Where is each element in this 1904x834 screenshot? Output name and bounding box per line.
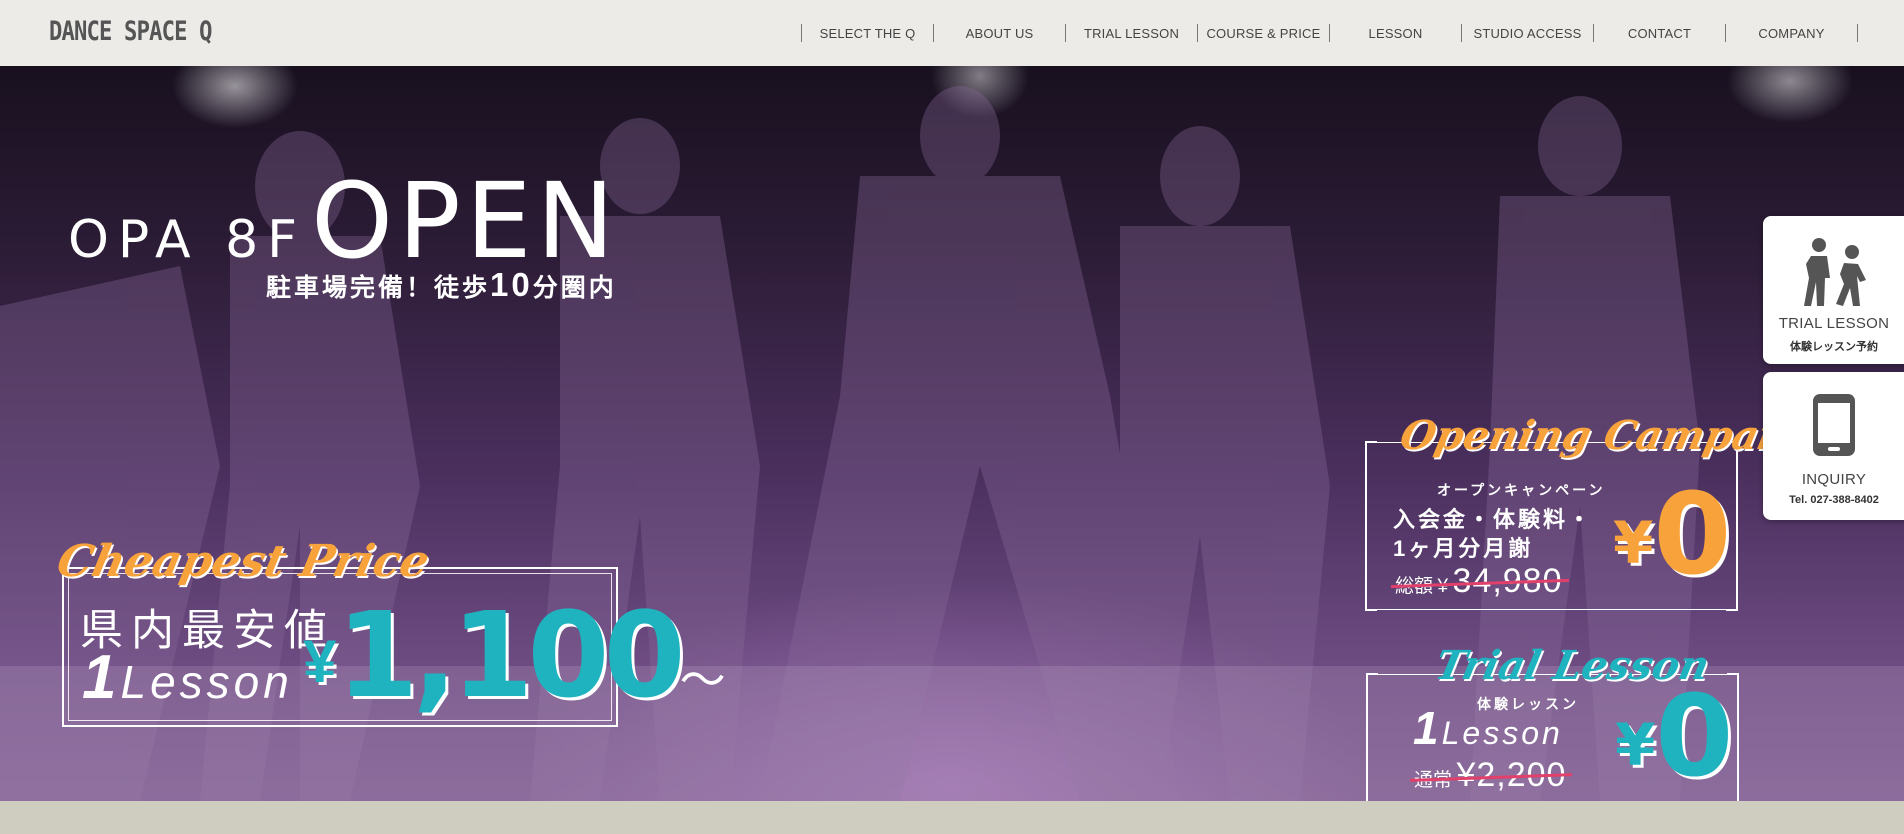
smartphone-icon xyxy=(1763,392,1904,458)
nav-about-us[interactable]: ABOUT US xyxy=(933,24,1065,42)
trial-lesson-count: 1 xyxy=(1413,702,1442,754)
main-nav: SELECT THE Q ABOUT US TRIAL LESSON COURS… xyxy=(801,24,1858,42)
total-old-price: 34,980 xyxy=(1452,562,1563,600)
campaign-line-2: 1ヶ月分月謝 xyxy=(1393,536,1534,561)
trial-lesson-subtitle: 体験レッスン予約 xyxy=(1790,341,1878,353)
inquiry-button[interactable]: INQUIRY Tel. 027-388-8402 xyxy=(1763,372,1904,520)
nav-select-the-q[interactable]: SELECT THE Q xyxy=(801,24,933,42)
parking-text-post: 分圏内 xyxy=(532,274,617,302)
campaign-zero: 0 xyxy=(1653,470,1732,600)
regular-price: ¥2,200 xyxy=(1456,756,1567,794)
trial-lesson-title: TRIAL LESSON xyxy=(1778,315,1890,332)
lesson-word: Lesson xyxy=(120,656,293,708)
trial-free-price: ¥0 xyxy=(1615,672,1733,801)
regular-label: 通常 xyxy=(1414,770,1453,791)
opening-headline: OPA 8F OPEN xyxy=(68,160,619,282)
parking-text-pre: 駐車場完備！徒歩 xyxy=(266,274,491,302)
cheapest-price-script: Cheapest Price xyxy=(52,536,434,587)
total-yen: ¥ xyxy=(1437,576,1449,597)
nav-course-price[interactable]: COURSE & PRICE xyxy=(1197,24,1329,42)
price-tilde: 〜 xyxy=(679,654,726,706)
campaign-line-1: 入会金・体験料・ xyxy=(1393,507,1594,532)
nav-company[interactable]: COMPANY xyxy=(1725,24,1858,42)
open-location: OPA 8F xyxy=(68,210,307,270)
campaign-old-total: 総額 ¥ 34,980 xyxy=(1395,562,1563,601)
site-logo[interactable]: DANCE SPACE Q xyxy=(49,16,212,47)
cheapest-price-amount: ¥1,100〜 xyxy=(303,586,726,724)
price-value: 1,100 xyxy=(336,586,685,724)
yen-sign: ¥ xyxy=(303,628,337,695)
page-bottom-strip xyxy=(0,801,1904,834)
cheapest-lesson-label: 1Lesson xyxy=(82,642,293,713)
open-word: OPEN xyxy=(311,160,620,282)
trial-lesson-word: Lesson xyxy=(1441,715,1563,751)
nav-trial-lesson[interactable]: TRIAL LESSON xyxy=(1065,24,1197,42)
inquiry-phone[interactable]: Tel. 027-388-8402 xyxy=(1763,494,1904,506)
campaign-free-price: ¥0 xyxy=(1613,470,1731,600)
trial-lesson-reserve-button[interactable]: TRIAL LESSON 体験レッスン予約 xyxy=(1763,216,1904,364)
campaign-yen: ¥ xyxy=(1613,509,1654,577)
parking-tagline: 駐車場完備！徒歩10分圏内 xyxy=(266,266,617,304)
nav-lesson[interactable]: LESSON xyxy=(1329,24,1461,42)
opening-campaign-kana: オープンキャンペーン xyxy=(1437,482,1606,498)
nav-studio-access[interactable]: STUDIO ACCESS xyxy=(1461,24,1593,42)
trial-zero: 0 xyxy=(1655,672,1734,801)
total-label: 総額 xyxy=(1395,576,1434,597)
trial-old-price: 通常 ¥2,200 xyxy=(1414,756,1566,795)
walking-people-icon xyxy=(1763,236,1904,308)
nav-contact[interactable]: CONTACT xyxy=(1593,24,1725,42)
parking-walk-minutes: 10 xyxy=(490,266,533,303)
hero-banner: OPA 8F OPEN 駐車場完備！徒歩10分圏内 Cheapest Price… xyxy=(0,66,1904,801)
site-header: DANCE SPACE Q SELECT THE Q ABOUT US TRIA… xyxy=(0,0,1904,66)
inquiry-title: INQUIRY xyxy=(1801,471,1867,488)
trial-yen: ¥ xyxy=(1615,711,1656,779)
lesson-count: 1 xyxy=(82,643,121,712)
trial-lesson-label: 1Lesson xyxy=(1413,701,1563,755)
